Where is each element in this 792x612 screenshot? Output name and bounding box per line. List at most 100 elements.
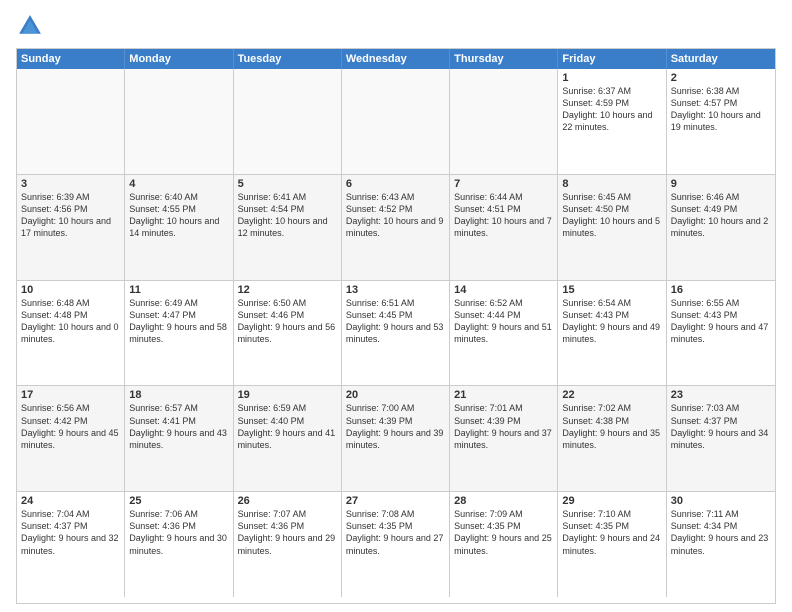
cal-cell: 14Sunrise: 6:52 AM Sunset: 4:44 PM Dayli… xyxy=(450,281,558,386)
day-number: 24 xyxy=(21,495,120,507)
cal-cell: 19Sunrise: 6:59 AM Sunset: 4:40 PM Dayli… xyxy=(234,386,342,491)
day-number: 16 xyxy=(671,284,771,296)
cal-cell: 18Sunrise: 6:57 AM Sunset: 4:41 PM Dayli… xyxy=(125,386,233,491)
day-info: Sunrise: 7:07 AM Sunset: 4:36 PM Dayligh… xyxy=(238,508,337,557)
day-number: 1 xyxy=(562,72,661,84)
logo xyxy=(16,12,48,40)
day-info: Sunrise: 6:50 AM Sunset: 4:46 PM Dayligh… xyxy=(238,297,337,346)
day-number: 9 xyxy=(671,178,771,190)
day-number: 17 xyxy=(21,389,120,401)
cal-cell: 3Sunrise: 6:39 AM Sunset: 4:56 PM Daylig… xyxy=(17,175,125,280)
day-info: Sunrise: 6:51 AM Sunset: 4:45 PM Dayligh… xyxy=(346,297,445,346)
day-info: Sunrise: 6:49 AM Sunset: 4:47 PM Dayligh… xyxy=(129,297,228,346)
day-number: 3 xyxy=(21,178,120,190)
day-number: 14 xyxy=(454,284,553,296)
day-info: Sunrise: 6:46 AM Sunset: 4:49 PM Dayligh… xyxy=(671,191,771,240)
day-info: Sunrise: 6:39 AM Sunset: 4:56 PM Dayligh… xyxy=(21,191,120,240)
day-number: 29 xyxy=(562,495,661,507)
day-number: 12 xyxy=(238,284,337,296)
calendar-body: 1Sunrise: 6:37 AM Sunset: 4:59 PM Daylig… xyxy=(17,69,775,597)
day-info: Sunrise: 6:52 AM Sunset: 4:44 PM Dayligh… xyxy=(454,297,553,346)
cal-cell xyxy=(17,69,125,174)
day-number: 18 xyxy=(129,389,228,401)
weekday-header-friday: Friday xyxy=(558,49,666,69)
cal-cell: 7Sunrise: 6:44 AM Sunset: 4:51 PM Daylig… xyxy=(450,175,558,280)
day-info: Sunrise: 7:11 AM Sunset: 4:34 PM Dayligh… xyxy=(671,508,771,557)
day-number: 6 xyxy=(346,178,445,190)
day-number: 21 xyxy=(454,389,553,401)
cal-cell: 10Sunrise: 6:48 AM Sunset: 4:48 PM Dayli… xyxy=(17,281,125,386)
cal-cell: 9Sunrise: 6:46 AM Sunset: 4:49 PM Daylig… xyxy=(667,175,775,280)
cal-cell: 23Sunrise: 7:03 AM Sunset: 4:37 PM Dayli… xyxy=(667,386,775,491)
cal-cell: 17Sunrise: 6:56 AM Sunset: 4:42 PM Dayli… xyxy=(17,386,125,491)
day-info: Sunrise: 6:59 AM Sunset: 4:40 PM Dayligh… xyxy=(238,402,337,451)
day-number: 27 xyxy=(346,495,445,507)
day-info: Sunrise: 7:01 AM Sunset: 4:39 PM Dayligh… xyxy=(454,402,553,451)
day-info: Sunrise: 7:09 AM Sunset: 4:35 PM Dayligh… xyxy=(454,508,553,557)
cal-cell xyxy=(125,69,233,174)
week-row-3: 10Sunrise: 6:48 AM Sunset: 4:48 PM Dayli… xyxy=(17,281,775,387)
cal-cell: 29Sunrise: 7:10 AM Sunset: 4:35 PM Dayli… xyxy=(558,492,666,597)
weekday-header-monday: Monday xyxy=(125,49,233,69)
cal-cell: 8Sunrise: 6:45 AM Sunset: 4:50 PM Daylig… xyxy=(558,175,666,280)
day-info: Sunrise: 6:54 AM Sunset: 4:43 PM Dayligh… xyxy=(562,297,661,346)
day-info: Sunrise: 7:00 AM Sunset: 4:39 PM Dayligh… xyxy=(346,402,445,451)
day-number: 13 xyxy=(346,284,445,296)
header xyxy=(16,12,776,40)
page: SundayMondayTuesdayWednesdayThursdayFrid… xyxy=(0,0,792,612)
day-number: 26 xyxy=(238,495,337,507)
week-row-2: 3Sunrise: 6:39 AM Sunset: 4:56 PM Daylig… xyxy=(17,175,775,281)
cal-cell: 27Sunrise: 7:08 AM Sunset: 4:35 PM Dayli… xyxy=(342,492,450,597)
cal-cell xyxy=(234,69,342,174)
day-number: 8 xyxy=(562,178,661,190)
cal-cell: 5Sunrise: 6:41 AM Sunset: 4:54 PM Daylig… xyxy=(234,175,342,280)
logo-icon xyxy=(16,12,44,40)
week-row-5: 24Sunrise: 7:04 AM Sunset: 4:37 PM Dayli… xyxy=(17,492,775,597)
cal-cell: 28Sunrise: 7:09 AM Sunset: 4:35 PM Dayli… xyxy=(450,492,558,597)
cal-cell: 26Sunrise: 7:07 AM Sunset: 4:36 PM Dayli… xyxy=(234,492,342,597)
cal-cell: 2Sunrise: 6:38 AM Sunset: 4:57 PM Daylig… xyxy=(667,69,775,174)
weekday-header-sunday: Sunday xyxy=(17,49,125,69)
weekday-header-tuesday: Tuesday xyxy=(234,49,342,69)
cal-cell: 1Sunrise: 6:37 AM Sunset: 4:59 PM Daylig… xyxy=(558,69,666,174)
cal-cell: 25Sunrise: 7:06 AM Sunset: 4:36 PM Dayli… xyxy=(125,492,233,597)
cal-cell: 16Sunrise: 6:55 AM Sunset: 4:43 PM Dayli… xyxy=(667,281,775,386)
day-number: 22 xyxy=(562,389,661,401)
day-info: Sunrise: 6:48 AM Sunset: 4:48 PM Dayligh… xyxy=(21,297,120,346)
day-number: 25 xyxy=(129,495,228,507)
day-number: 11 xyxy=(129,284,228,296)
cal-cell: 11Sunrise: 6:49 AM Sunset: 4:47 PM Dayli… xyxy=(125,281,233,386)
calendar-header: SundayMondayTuesdayWednesdayThursdayFrid… xyxy=(17,49,775,69)
day-number: 4 xyxy=(129,178,228,190)
cal-cell: 24Sunrise: 7:04 AM Sunset: 4:37 PM Dayli… xyxy=(17,492,125,597)
day-number: 19 xyxy=(238,389,337,401)
cal-cell xyxy=(342,69,450,174)
day-info: Sunrise: 6:38 AM Sunset: 4:57 PM Dayligh… xyxy=(671,85,771,134)
day-info: Sunrise: 7:06 AM Sunset: 4:36 PM Dayligh… xyxy=(129,508,228,557)
day-number: 20 xyxy=(346,389,445,401)
day-number: 5 xyxy=(238,178,337,190)
day-info: Sunrise: 7:03 AM Sunset: 4:37 PM Dayligh… xyxy=(671,402,771,451)
day-info: Sunrise: 7:10 AM Sunset: 4:35 PM Dayligh… xyxy=(562,508,661,557)
day-info: Sunrise: 6:57 AM Sunset: 4:41 PM Dayligh… xyxy=(129,402,228,451)
weekday-header-wednesday: Wednesday xyxy=(342,49,450,69)
day-number: 30 xyxy=(671,495,771,507)
day-number: 10 xyxy=(21,284,120,296)
cal-cell: 22Sunrise: 7:02 AM Sunset: 4:38 PM Dayli… xyxy=(558,386,666,491)
day-info: Sunrise: 6:37 AM Sunset: 4:59 PM Dayligh… xyxy=(562,85,661,134)
cal-cell: 6Sunrise: 6:43 AM Sunset: 4:52 PM Daylig… xyxy=(342,175,450,280)
day-info: Sunrise: 6:55 AM Sunset: 4:43 PM Dayligh… xyxy=(671,297,771,346)
day-info: Sunrise: 7:04 AM Sunset: 4:37 PM Dayligh… xyxy=(21,508,120,557)
day-info: Sunrise: 7:02 AM Sunset: 4:38 PM Dayligh… xyxy=(562,402,661,451)
day-info: Sunrise: 6:41 AM Sunset: 4:54 PM Dayligh… xyxy=(238,191,337,240)
day-number: 28 xyxy=(454,495,553,507)
cal-cell: 4Sunrise: 6:40 AM Sunset: 4:55 PM Daylig… xyxy=(125,175,233,280)
calendar: SundayMondayTuesdayWednesdayThursdayFrid… xyxy=(16,48,776,604)
cal-cell: 20Sunrise: 7:00 AM Sunset: 4:39 PM Dayli… xyxy=(342,386,450,491)
day-info: Sunrise: 6:40 AM Sunset: 4:55 PM Dayligh… xyxy=(129,191,228,240)
weekday-header-saturday: Saturday xyxy=(667,49,775,69)
week-row-1: 1Sunrise: 6:37 AM Sunset: 4:59 PM Daylig… xyxy=(17,69,775,175)
day-info: Sunrise: 6:45 AM Sunset: 4:50 PM Dayligh… xyxy=(562,191,661,240)
week-row-4: 17Sunrise: 6:56 AM Sunset: 4:42 PM Dayli… xyxy=(17,386,775,492)
weekday-header-thursday: Thursday xyxy=(450,49,558,69)
